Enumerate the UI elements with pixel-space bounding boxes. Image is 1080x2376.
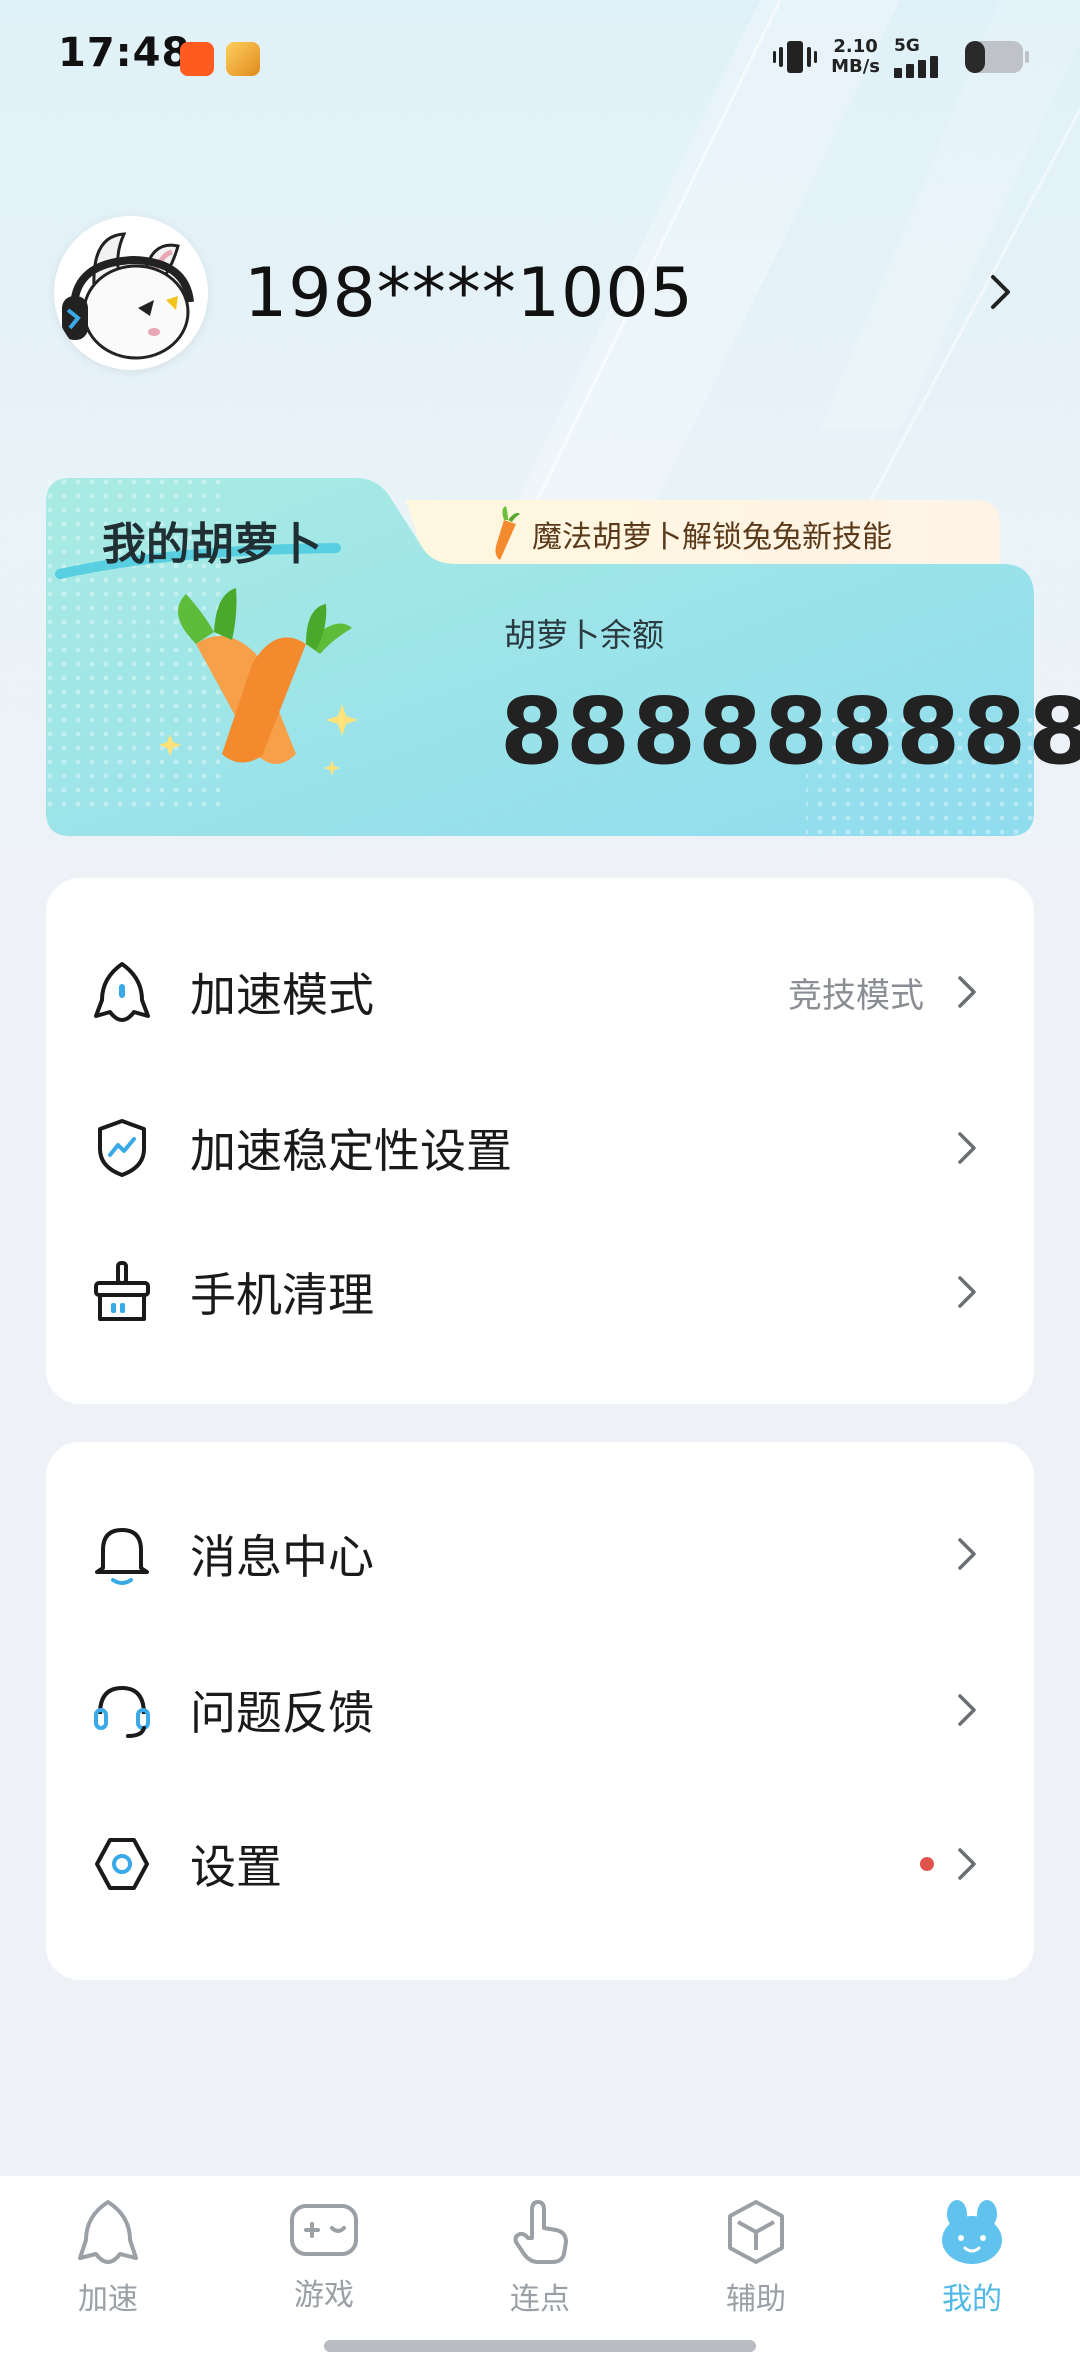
menu-label: 设置	[190, 1840, 282, 1894]
tab-accelerate[interactable]: 加速	[0, 2186, 216, 2336]
signal-bars-icon	[894, 56, 938, 78]
rocket-icon	[90, 960, 154, 1024]
chevron-right-icon[interactable]	[988, 272, 1014, 312]
menu-item-stability-settings[interactable]: 加速稳定性设置	[46, 1088, 1034, 1208]
promo-text: 魔法胡萝卜解锁兔兔新技能	[532, 520, 892, 555]
net-speed-unit: MB/s	[831, 56, 880, 77]
status-bar: 17:48 2.10 MB/s 5G	[0, 0, 1080, 120]
menu-item-acceleration-mode[interactable]: 加速模式 竞技模式	[46, 932, 1034, 1052]
headset-icon	[90, 1678, 154, 1742]
chevron-right-icon	[958, 1276, 976, 1308]
carrot-icon	[495, 506, 520, 560]
menu-item-message-center[interactable]: 消息中心	[46, 1494, 1034, 1614]
tab-label: 连点	[510, 2282, 570, 2317]
menu-card-acceleration: 加速模式 竞技模式 加速稳定性设置 手机清理	[46, 878, 1034, 1404]
battery-icon	[965, 41, 1029, 73]
cube-icon	[728, 2200, 784, 2264]
rocket-outline-icon	[78, 2200, 138, 2264]
phone-number: 198****1005	[244, 254, 694, 333]
menu-value: 竞技模式	[788, 975, 924, 1016]
carrot-balance-card[interactable]: 我的胡萝卜 魔法胡萝卜解锁兔兔新技能 胡萝卜余额 888888888	[46, 478, 1080, 838]
tab-games[interactable]: 游戏	[216, 2186, 432, 2336]
menu-card-general: 消息中心 问题反馈 设置	[46, 1442, 1034, 1980]
menu-item-settings[interactable]: 设置	[46, 1804, 1034, 1924]
tab-label: 游戏	[294, 2278, 354, 2313]
balance-value: 888888888	[500, 678, 1080, 785]
tab-mine[interactable]: 我的	[864, 2186, 1080, 2336]
tab-label: 辅助	[726, 2282, 786, 2317]
tab-assist[interactable]: 辅助	[648, 2186, 864, 2336]
menu-label: 加速模式	[190, 968, 374, 1022]
avatar[interactable]	[54, 216, 208, 370]
clean-basket-icon	[90, 1260, 154, 1324]
home-indicator[interactable]	[324, 2340, 756, 2352]
tab-auto-click[interactable]: 连点	[432, 2186, 648, 2336]
menu-label: 加速稳定性设置	[190, 1124, 512, 1178]
signal-indicator: 5G	[894, 36, 950, 78]
app-notification-icon	[226, 42, 260, 76]
hexagon-settings-icon	[90, 1832, 154, 1896]
menu-label: 问题反馈	[190, 1686, 374, 1740]
menu-label: 消息中心	[190, 1530, 374, 1584]
tab-label: 加速	[78, 2282, 138, 2317]
balance-label: 胡萝卜余额	[504, 616, 665, 654]
chevron-right-icon	[958, 1694, 976, 1726]
notification-dot	[920, 1857, 934, 1871]
card-title: 我的胡萝卜	[102, 519, 322, 570]
promo-banner[interactable]: 魔法胡萝卜解锁兔兔新技能	[486, 506, 892, 560]
net-speed-value: 2.10	[833, 36, 878, 57]
vibrate-icon	[773, 41, 818, 73]
network-type: 5G	[894, 36, 920, 56]
status-time: 17:48	[58, 30, 191, 76]
chevron-right-icon	[958, 976, 976, 1008]
tap-hand-icon	[513, 2200, 568, 2264]
tab-label: 我的	[942, 2282, 1002, 2317]
chevron-right-icon	[958, 1848, 976, 1880]
bell-icon	[90, 1522, 154, 1586]
menu-label: 手机清理	[190, 1268, 374, 1322]
menu-item-phone-cleanup[interactable]: 手机清理	[46, 1232, 1034, 1352]
carrots-illustration-icon	[159, 588, 358, 776]
menu-item-feedback[interactable]: 问题反馈	[46, 1650, 1034, 1770]
profile-header[interactable]: 198****1005	[0, 210, 1080, 380]
bunny-avatar-icon	[54, 216, 208, 370]
chevron-right-icon	[958, 1132, 976, 1164]
chevron-right-icon	[958, 1538, 976, 1570]
shield-icon	[90, 1116, 154, 1180]
bunny-icon	[942, 2200, 1002, 2264]
gamepad-icon	[290, 2204, 358, 2256]
network-speed: 2.10 MB/s	[831, 37, 880, 77]
app-notification-icon	[180, 42, 214, 76]
